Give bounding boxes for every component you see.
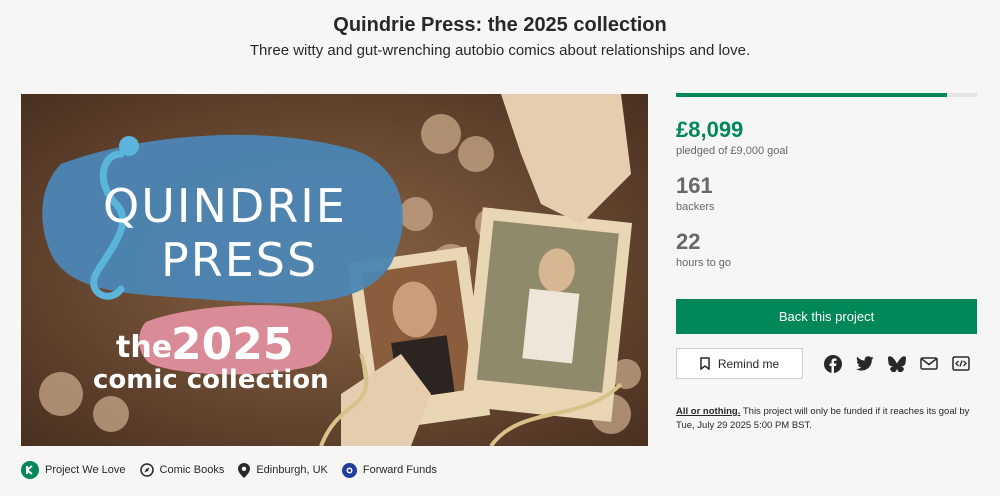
backers-label: backers — [676, 201, 715, 213]
hours-count: 22 — [676, 229, 701, 254]
campaign-panel: £8,099 pledged of £9,000 goal 161 backer… — [676, 93, 977, 434]
tag-label: Comic Books — [159, 464, 225, 476]
tag-comic-books[interactable]: Comic Books — [139, 463, 225, 477]
tagline-the: the — [116, 330, 172, 365]
bookmark-icon — [700, 357, 710, 370]
forward-funds-icon — [341, 462, 357, 478]
compass-icon — [139, 463, 154, 477]
project-tags: Project We Love Comic Books Edinburgh, U… — [21, 459, 451, 481]
all-or-nothing-link[interactable]: All or nothing. — [676, 406, 740, 417]
twitter-icon[interactable] — [849, 355, 881, 373]
tag-location[interactable]: Edinburgh, UK — [238, 462, 328, 478]
remind-me-label: Remind me — [717, 356, 780, 371]
hero-image[interactable]: QUINDRIE PRESS the 2025 comic collection — [21, 94, 648, 446]
funding-progress-fill — [676, 93, 947, 97]
tag-forward-funds[interactable]: Forward Funds — [341, 462, 437, 478]
tagline-rest: comic collection — [93, 365, 329, 395]
remind-me-button[interactable]: Remind me — [676, 348, 803, 379]
logo-line2: PRESS — [161, 233, 318, 287]
tag-project-we-love[interactable]: Project We Love — [21, 461, 126, 479]
kickstarter-badge-icon — [21, 461, 39, 479]
email-icon[interactable] — [913, 355, 945, 373]
tag-label: Edinburgh, UK — [256, 464, 328, 476]
tag-label: Forward Funds — [362, 464, 437, 476]
tagline-year: 2025 — [171, 319, 293, 370]
location-pin-icon — [238, 462, 251, 478]
funding-progress-bar — [676, 93, 977, 97]
facebook-icon[interactable] — [817, 354, 849, 373]
social-share — [817, 354, 977, 373]
pledged-amount: £8,099 — [676, 117, 744, 142]
pledged-label: pledged of £9,000 goal — [676, 145, 788, 157]
page-subtitle: Three witty and gut-wrenching autobio co… — [249, 42, 751, 59]
logo-line1: QUINDRIE — [103, 179, 347, 233]
back-project-button[interactable]: Back this project — [676, 299, 977, 334]
page-title: Quindrie Press: the 2025 collection — [333, 14, 667, 36]
backers-count: 161 — [676, 173, 713, 198]
bluesky-icon[interactable] — [881, 355, 913, 373]
embed-icon[interactable] — [945, 355, 977, 373]
tag-label: Project We Love — [45, 464, 126, 476]
hours-label: hours to go — [676, 257, 732, 269]
funding-note: All or nothing. This project will only b… — [676, 405, 977, 434]
